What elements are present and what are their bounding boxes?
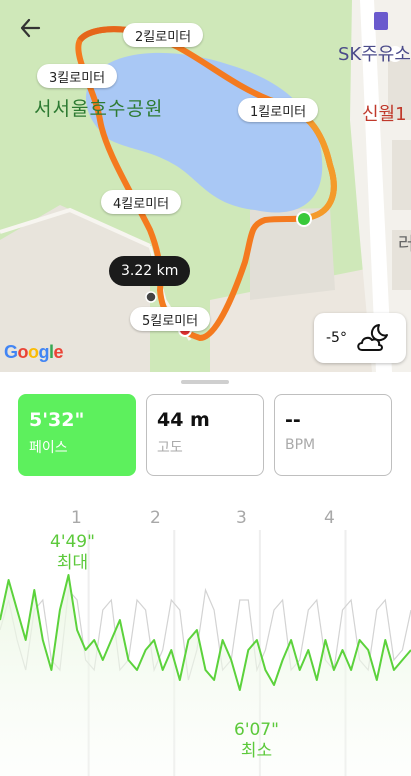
elevation-value: 44 m	[157, 409, 210, 431]
stats-sheet: 5'32" 페이스 44 m 고도 -- BPM 1 2 3 4 4'49" 최…	[0, 372, 411, 776]
bpm-value: --	[285, 409, 301, 431]
poi-gas-station: SK주유소	[338, 44, 411, 65]
pace-label: 페이스	[29, 440, 68, 456]
km-marker-2: 2킬로미터	[123, 23, 204, 47]
route-map[interactable]: 서서울호수공원 SK주유소 신월1 러 1킬로미터 2킬로미터 3킬로미터 4킬…	[0, 0, 411, 372]
pace-value: 5'32"	[29, 409, 85, 431]
poi-station: 신월1	[362, 104, 407, 125]
stat-card-elevation[interactable]: 44 m 고도	[146, 394, 264, 476]
activity-screen: 서서울호수공원 SK주유소 신월1 러 1킬로미터 2킬로미터 3킬로미터 4킬…	[0, 0, 411, 776]
min-pace-annotation: 6'07" 최소	[234, 720, 279, 762]
poi-edge: 러	[398, 234, 411, 255]
arrow-left-icon	[20, 18, 41, 38]
max-pace-value: 4'49"	[50, 532, 95, 552]
min-pace-label: 최소	[240, 741, 273, 761]
km-marker-1: 1킬로미터	[238, 98, 319, 122]
stat-card-bpm[interactable]: -- BPM	[274, 394, 392, 476]
weather-temperature: -5°	[326, 330, 347, 346]
cloud-moon-icon	[357, 324, 388, 351]
stat-card-pace[interactable]: 5'32" 페이스	[18, 394, 136, 476]
bpm-label: BPM	[285, 437, 316, 453]
distance-bubble: 3.22 km	[109, 256, 191, 286]
x-tick-4: 4	[324, 508, 335, 528]
x-tick-1: 1	[71, 508, 82, 528]
drag-handle[interactable]	[181, 380, 229, 384]
x-tick-3: 3	[236, 508, 247, 528]
elevation-label: 고도	[157, 440, 183, 456]
back-button[interactable]	[12, 10, 48, 46]
x-tick-2: 2	[150, 508, 161, 528]
park-name: 서서울호수공원	[34, 98, 164, 120]
max-pace-annotation: 4'49" 최대	[50, 532, 95, 574]
km-marker-4: 4킬로미터	[101, 190, 182, 214]
km-marker-5: 5킬로미터	[130, 307, 211, 331]
google-logo: Google	[4, 342, 64, 362]
pace-chart[interactable]: 1 2 3 4 4'49" 최대 6'07" 최소	[0, 500, 411, 776]
weather-widget[interactable]: -5°	[314, 313, 406, 363]
max-pace-label: 최대	[56, 553, 89, 573]
min-pace-value: 6'07"	[234, 720, 279, 740]
km-marker-3: 3킬로미터	[37, 64, 118, 88]
